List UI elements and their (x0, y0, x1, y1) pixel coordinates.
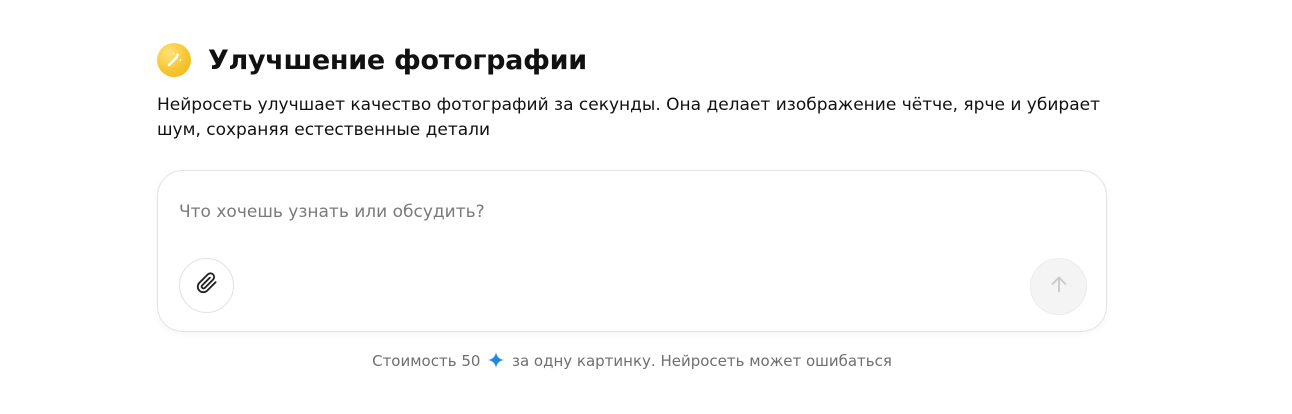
page-title: Улучшение фотографии (208, 44, 587, 76)
cost-suffix: за одну картинку. Нейросеть может ошибат… (511, 352, 892, 370)
cost-prefix: Стоимость 50 (372, 352, 481, 370)
page-description: Нейросеть улучшает качество фотографий з… (157, 95, 1100, 140)
arrow-up-icon (1048, 273, 1070, 300)
attach-button[interactable] (179, 258, 234, 313)
tool-intro: Улучшение фотографии Нейросеть улучшает … (157, 40, 1107, 143)
send-button[interactable] (1030, 258, 1087, 315)
cost-note: Стоимость 50 за одну картинку. Нейросеть… (0, 352, 1264, 372)
prompt-composer (157, 170, 1107, 332)
header: Улучшение фотографии (157, 40, 1107, 80)
prompt-input[interactable] (179, 202, 1039, 222)
sparkle-icon (488, 352, 505, 372)
magic-wand-icon (157, 43, 191, 77)
paperclip-icon (196, 272, 218, 299)
